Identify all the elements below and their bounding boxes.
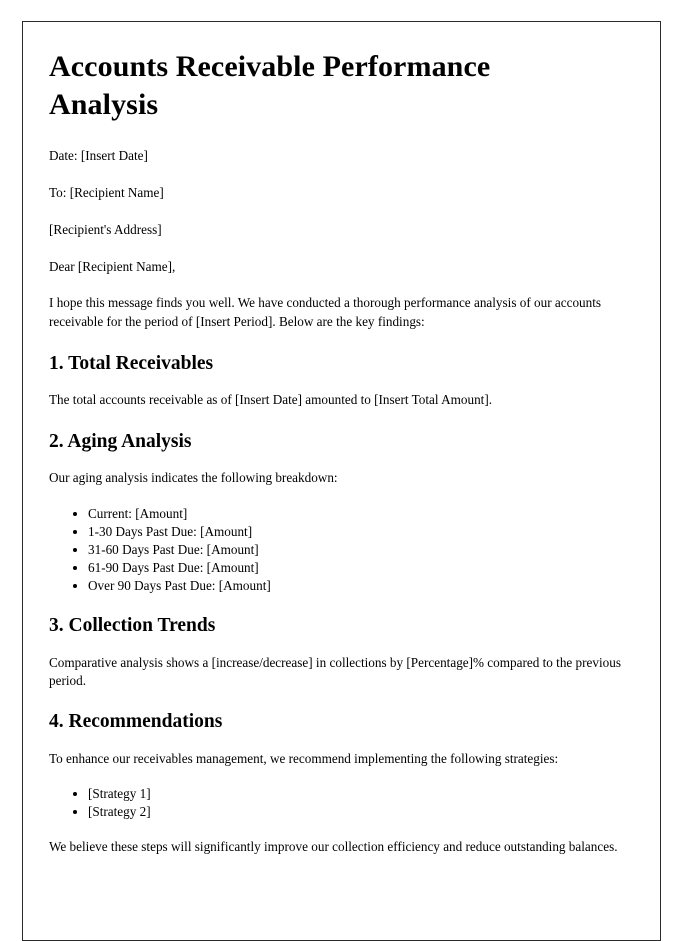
recipient-name-line: To: [Recipient Name]	[49, 184, 164, 200]
section-paragraph-aging-analysis: Our aging analysis indicates the followi…	[49, 470, 338, 486]
list-item: 1-30 Days Past Due: [Amount]	[88, 523, 634, 541]
list-item: Over 90 Days Past Due: [Amount]	[88, 577, 634, 595]
section-heading-recommendations: 4. Recommendations	[49, 711, 223, 733]
list-item: [Strategy 2]	[88, 803, 634, 821]
aging-analysis-list: Current: [Amount] 1-30 Days Past Due: [A…	[49, 505, 634, 595]
closing-paragraph: We believe these steps will significantl…	[49, 839, 618, 855]
section-heading-aging-analysis: 2. Aging Analysis	[49, 430, 192, 452]
recipient-address-line: [Recipient's Address]	[49, 221, 162, 237]
section-heading-collection-trends: 3. Collection Trends	[49, 615, 216, 637]
document-content: Accounts Receivable Performance Analysis…	[23, 22, 660, 857]
page-title: Accounts Receivable Performance Analysis	[49, 50, 491, 121]
section-paragraph-collection-trends: Comparative analysis shows a [increase/d…	[49, 654, 621, 689]
section-paragraph-total-receivables: The total accounts receivable as of [Ins…	[49, 392, 493, 408]
salutation-line: Dear [Recipient Name],	[49, 259, 176, 275]
intro-paragraph: I hope this message finds you well. We h…	[49, 295, 602, 329]
list-item: 31-60 Days Past Due: [Amount]	[88, 541, 634, 559]
list-item: [Strategy 1]	[88, 785, 634, 803]
list-item: Current: [Amount]	[88, 505, 634, 523]
recommendations-list: [Strategy 1] [Strategy 2]	[49, 785, 634, 821]
date-line: Date: [Insert Date]	[49, 147, 148, 163]
section-heading-total-receivables: 1. Total Receivables	[49, 352, 214, 374]
list-item: 61-90 Days Past Due: [Amount]	[88, 559, 634, 577]
document-page: Accounts Receivable Performance Analysis…	[22, 21, 661, 941]
section-paragraph-recommendations: To enhance our receivables management, w…	[49, 750, 559, 766]
